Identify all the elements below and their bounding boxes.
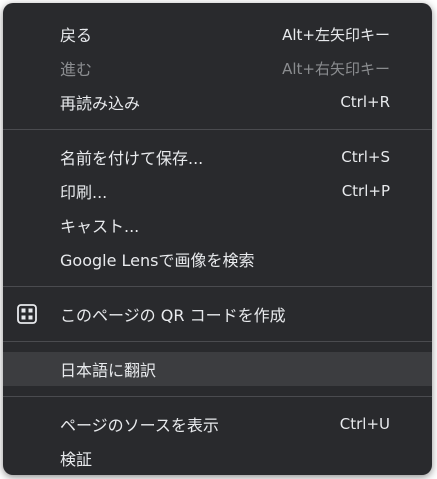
- menu-item-cast[interactable]: キャスト...: [3, 208, 432, 242]
- menu-item-back[interactable]: 戻る Alt+左矢印キー: [3, 17, 432, 51]
- menu-item-label: 進む: [60, 60, 93, 79]
- menu-item-shortcut: Ctrl+R: [340, 93, 390, 111]
- menu-item-inspect[interactable]: 検証: [3, 441, 432, 475]
- menu-separator: [3, 396, 432, 397]
- menu-separator: [3, 129, 432, 130]
- menu-item-label: 日本語に翻訳: [60, 361, 157, 380]
- menu-item-print[interactable]: 印刷... Ctrl+P: [3, 174, 432, 208]
- menu-item-shortcut: Ctrl+P: [341, 182, 390, 200]
- menu-item-view-source[interactable]: ページのソースを表示 Ctrl+U: [3, 407, 432, 441]
- menu-item-shortcut: Alt+左矢印キー: [282, 25, 390, 44]
- context-menu: 戻る Alt+左矢印キー 進む Alt+右矢印キー 再読み込み Ctrl+R 名…: [3, 3, 432, 475]
- menu-item-label: 再読み込み: [60, 94, 141, 113]
- menu-item-translate[interactable]: 日本語に翻訳: [3, 352, 432, 386]
- menu-item-label: 戻る: [60, 26, 93, 45]
- menu-separator: [3, 286, 432, 287]
- menu-item-shortcut: Ctrl+U: [339, 415, 390, 433]
- menu-item-label: ページのソースを表示: [60, 416, 219, 435]
- menu-item-label: このページの QR コードを作成: [60, 306, 286, 325]
- qr-code-icon: [17, 304, 37, 324]
- menu-item-label: 印刷...: [60, 183, 108, 202]
- menu-item-label: 名前を付けて保存...: [60, 149, 204, 168]
- menu-item-shortcut: Alt+右矢印キー: [282, 59, 390, 78]
- menu-item-create-qr-code[interactable]: このページの QR コードを作成: [3, 297, 432, 331]
- menu-item-shortcut: Ctrl+S: [341, 148, 390, 166]
- menu-item-label: 検証: [60, 450, 93, 469]
- menu-item-label: キャスト...: [60, 217, 140, 236]
- menu-item-reload[interactable]: 再読み込み Ctrl+R: [3, 85, 432, 119]
- menu-separator: [3, 341, 432, 342]
- menu-item-forward[interactable]: 進む Alt+右矢印キー: [3, 51, 432, 85]
- menu-item-label: Google Lensで画像を検索: [60, 251, 255, 270]
- menu-item-save-as[interactable]: 名前を付けて保存... Ctrl+S: [3, 140, 432, 174]
- menu-item-google-lens[interactable]: Google Lensで画像を検索: [3, 242, 432, 276]
